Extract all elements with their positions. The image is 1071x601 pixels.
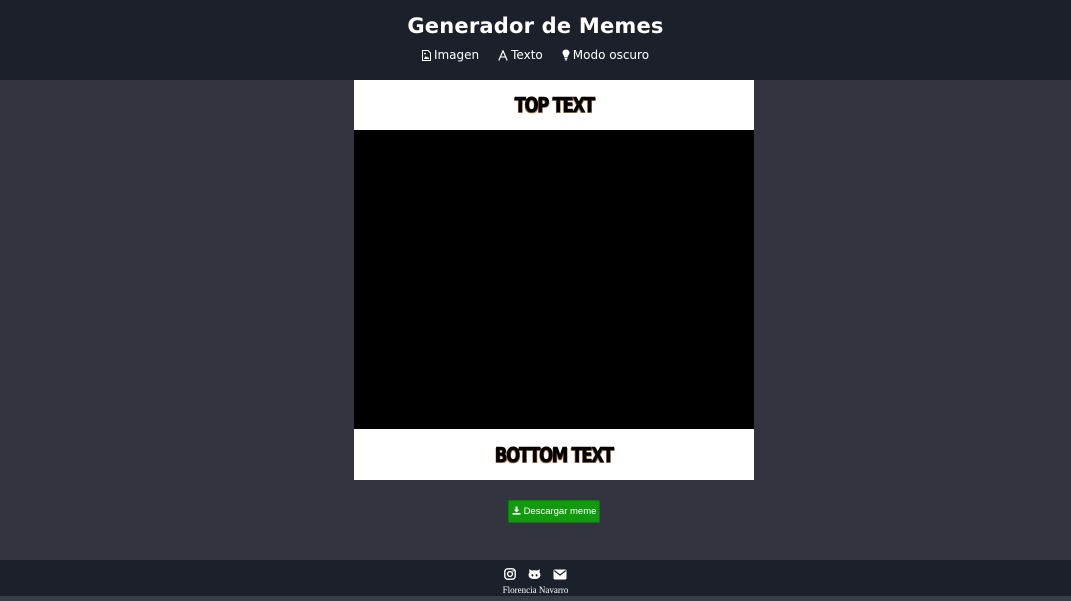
image-file-icon xyxy=(421,49,431,61)
nav-item-label: Imagen xyxy=(433,48,480,62)
social-links xyxy=(0,565,1071,584)
app-title: Generador de Memes xyxy=(407,14,664,38)
bottom-text: BOTTOM TEXT xyxy=(495,442,615,467)
bottom-text-strip: BOTTOM TEXT xyxy=(354,429,754,480)
lightbulb-icon xyxy=(562,49,570,61)
download-meme-button[interactable]: Descargar meme xyxy=(508,500,600,523)
main-nav: Imagen Texto Modo oscuro xyxy=(0,48,1071,62)
github-icon[interactable] xyxy=(528,565,541,584)
app-header: Generador de Memes Imagen Texto Modo osc… xyxy=(0,0,1071,80)
top-text-strip: TOP TEXT xyxy=(354,80,754,130)
envelope-icon[interactable] xyxy=(553,565,567,584)
download-icon xyxy=(512,506,521,518)
meme-canvas: TOP TEXT BOTTOM TEXT xyxy=(354,80,754,480)
nav-item-label: Texto xyxy=(511,48,543,62)
author-name: Florencia Navarro xyxy=(502,585,569,595)
nav-item-label: Modo oscuro xyxy=(572,48,650,62)
nav-item-texto[interactable]: Texto xyxy=(498,48,543,62)
instagram-icon[interactable] xyxy=(504,565,516,584)
meme-image xyxy=(354,130,754,429)
nav-item-modo-oscuro[interactable]: Modo oscuro xyxy=(562,48,649,62)
page-footer: Florencia Navarro xyxy=(0,560,1071,596)
download-label: Descargar meme xyxy=(523,506,597,517)
top-text: TOP TEXT xyxy=(514,93,595,118)
page-bottom-edge xyxy=(0,596,1071,601)
nav-item-imagen[interactable]: Imagen xyxy=(421,48,480,62)
font-icon xyxy=(498,49,508,61)
